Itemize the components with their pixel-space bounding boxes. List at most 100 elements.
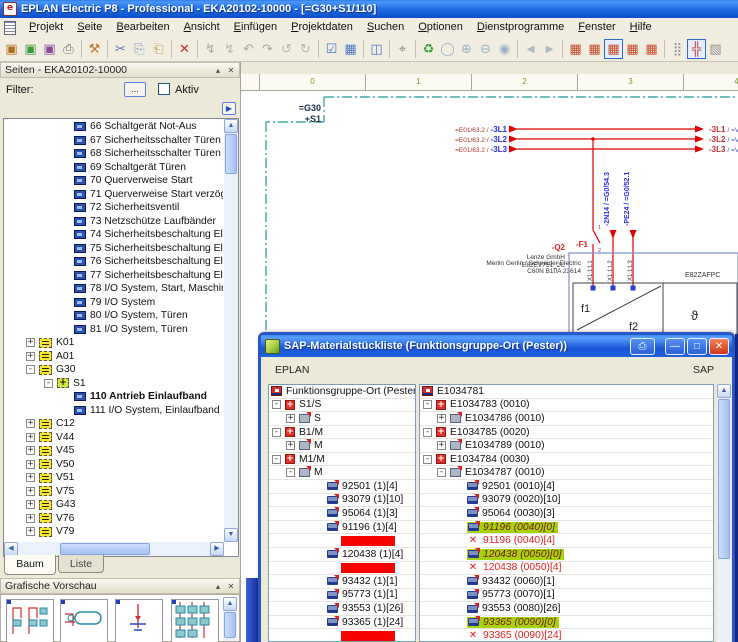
minimize-button[interactable]: — [665,338,685,355]
menu-ansicht[interactable]: Ansicht [177,19,227,36]
page-tree-item[interactable]: 73 Netzschütze Laufbänder [5,215,223,229]
grid-size-b-icon[interactable]: ▦ [585,39,604,59]
bom-material-item-deleted[interactable]: ✕93365 (0090)[24] [420,629,713,642]
page-tree-item[interactable]: 66 Schaltgerät Not-Aus [5,120,223,134]
dialog-vscrollbar[interactable]: ▲ [717,384,731,642]
cut-icon[interactable]: ✂ [111,39,130,59]
preview-panel-header[interactable]: Grafische Vorschau ▴ ✕ [0,578,240,594]
menu-dienstprogramme[interactable]: Dienstprogramme [470,19,571,36]
scrollbar-thumb[interactable] [225,134,237,174]
tab-liste[interactable]: Liste [58,555,104,573]
page-tree-item[interactable]: 76 Sicherheitsbeschaltung Elau [5,255,223,269]
page-tree-item[interactable]: 67 Sicherheitsschalter Türen [5,134,223,148]
page-tree-item[interactable]: 69 Schaltgerät Türen [5,161,223,175]
bom-material-item[interactable]: 95773 (0070)[1] [420,589,713,603]
bom-material-item[interactable]: 92501 (0010)[4] [420,480,713,494]
zoom-in-icon[interactable]: ⊕ [457,39,476,59]
page-properties-icon[interactable]: ☑ [322,39,341,59]
settings-wrench-icon[interactable]: ⚒ [85,39,104,59]
new-project-icon[interactable]: ▣ [2,39,21,59]
device-navigator-icon[interactable]: ▦ [341,39,360,59]
menu-projekt[interactable]: Projekt [22,19,70,36]
menu-optionen[interactable]: Optionen [411,19,470,36]
scroll-up-icon[interactable]: ▲ [717,384,731,398]
page-tree-item[interactable]: 75 Sicherheitsbeschaltung Elau [5,242,223,256]
expand-icon[interactable]: + [26,460,35,469]
bom-assembly-node[interactable]: -M1/M [269,453,415,467]
collapse-icon[interactable]: - [272,428,281,437]
panel-close-icon[interactable]: ✕ [225,581,237,592]
grid-size-c-icon[interactable]: ▦ [604,39,623,59]
bom-material-item[interactable]: 93365 (1)[24] [269,616,415,630]
bom-assembly-node[interactable]: -E1034784 (0030) [420,453,713,467]
bom-material-item[interactable]: 93079 (0020)[10] [420,494,713,508]
undo-list-icon[interactable]: ↺ [277,39,296,59]
bom-material-item-deleted[interactable]: ✕120438 (0050)[4] [420,562,713,576]
grid-size-d-icon[interactable]: ▦ [623,39,642,59]
preview-vscrollbar[interactable]: ▲ [223,597,237,641]
bom-material-item-new[interactable]: 91196 (0040)[0] [420,521,713,535]
expand-icon[interactable]: + [26,433,35,442]
child-window-icon[interactable] [4,21,16,35]
bom-root-node[interactable]: Funktionsgruppe-Ort (Pester) [269,385,415,399]
collapse-icon[interactable]: - [272,455,281,464]
page-tree-item[interactable]: +V76 [5,512,223,526]
page-tree-item[interactable]: +V79 [5,525,223,539]
sap-bom-tree[interactable]: E1034781-E1034783 (0010)+E1034786 (0010)… [419,384,714,642]
expand-icon[interactable]: + [26,338,35,347]
page-tree-item[interactable]: +V50 [5,458,223,472]
open-project-icon[interactable]: ▣ [21,39,40,59]
collapse-icon[interactable]: - [286,468,295,477]
redo-list-icon[interactable]: ↻ [296,39,315,59]
bom-part-node[interactable]: +S [269,412,415,426]
pointer-mode-icon[interactable]: ⌖ [393,39,412,59]
page-tree-item[interactable]: 72 Sicherheitsventil [5,201,223,215]
panel-pin-icon[interactable]: ▴ [212,581,224,592]
page-tree-item[interactable]: +G43 [5,498,223,512]
close-button[interactable]: ✕ [709,338,729,355]
bom-assembly-node[interactable]: -B1/M [269,426,415,440]
maximize-button[interactable]: □ [687,338,707,355]
bom-assembly-node[interactable]: -S1/S [269,399,415,413]
bom-part-node[interactable]: -E1034787 (0010) [420,466,713,480]
scroll-up-icon[interactable]: ▲ [224,119,238,133]
scroll-left-icon[interactable]: ◀ [4,542,18,556]
delete-icon[interactable]: ✕ [175,39,194,59]
collapse-icon[interactable]: - [437,468,446,477]
page-tree-item[interactable]: +A01 [5,350,223,364]
scrollbar-thumb[interactable] [224,612,236,638]
bom-material-item-new[interactable]: 120438 (0050)[0] [420,548,713,562]
pages-vscrollbar[interactable]: ▲ ▼ [224,119,238,542]
zoom-out-icon[interactable]: ⊖ [476,39,495,59]
panel-close-icon[interactable]: ✕ [225,65,237,76]
collapse-icon[interactable]: - [44,379,53,388]
pages-panel-header[interactable]: Seiten - EKA20102-10000 ▴ ✕ [0,62,240,78]
copy-icon[interactable]: ⎘ [130,39,149,59]
object-snap-icon[interactable]: ▧ [706,39,725,59]
page-tree-item[interactable]: +K01 [5,336,223,350]
bom-material-item[interactable]: 93553 (1)[26] [269,602,415,616]
grid-display-icon[interactable]: ⣿ [668,39,687,59]
aktiv-checkbox[interactable] [158,83,170,95]
page-tree-item[interactable]: 74 Sicherheitsbeschaltung Elau [5,228,223,242]
filter-browse-button[interactable]: ... [124,82,146,97]
pages-hscrollbar[interactable]: ◀ ▶ [4,542,224,556]
scroll-right-icon[interactable]: ▶ [210,542,224,556]
copy-project-icon[interactable]: ▣ [40,39,59,59]
collapse-icon[interactable]: - [272,400,281,409]
scroll-up-icon[interactable]: ▲ [223,597,237,611]
expand-icon[interactable]: + [26,487,35,496]
bom-part-node[interactable]: +M [269,439,415,453]
bom-material-item-new[interactable]: 93365 (0090)[0] [420,616,713,630]
graphical-preview-icon[interactable]: ◫ [367,39,386,59]
expand-icon[interactable]: + [26,419,35,428]
bom-part-node[interactable]: -M [269,466,415,480]
collapse-icon[interactable]: - [423,400,432,409]
collapse-icon[interactable]: - [423,428,432,437]
scrollbar-thumb[interactable] [718,399,730,559]
bom-material-item-deleted[interactable]: ✕91196 (0040)[4] [420,534,713,548]
preview-thumbnail[interactable] [171,599,219,642]
zoom-entire-page-icon[interactable]: ◉ [495,39,514,59]
bom-material-item[interactable]: 93432 (1)[1] [269,575,415,589]
page-tree-item[interactable]: -S1 [5,377,223,391]
